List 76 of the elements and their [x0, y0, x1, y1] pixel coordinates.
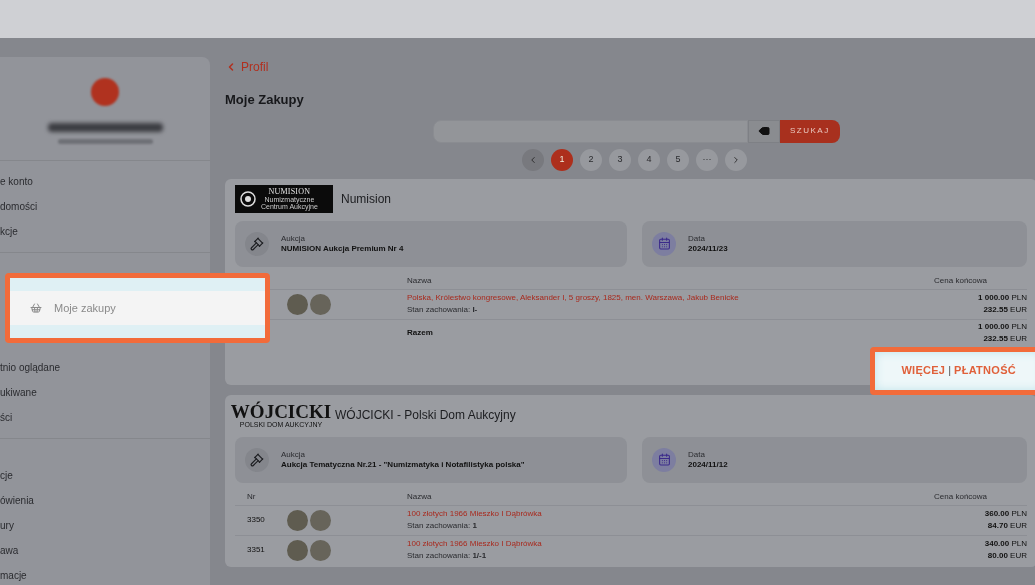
- info-label: Data: [688, 233, 706, 244]
- next-page-button[interactable]: [725, 148, 747, 171]
- auction-date: 2024/11/23: [688, 243, 728, 254]
- total-label: Razem: [407, 327, 433, 339]
- coin-photo: [310, 539, 331, 561]
- price-eur: 232.55 EUR: [983, 304, 1027, 316]
- auction-name: Aukcja Tematyczna Nr.21 - "Numizmatyka i Notafilistyka polska": [281, 459, 525, 470]
- price-pln: 1 000.00 PLN: [978, 292, 1027, 304]
- previous-page-button[interactable]: [522, 148, 544, 171]
- search-button[interactable]: SZUKAJ: [780, 119, 840, 143]
- basket-icon: [30, 302, 42, 314]
- sidebar-item[interactable]: ówienia: [0, 493, 34, 508]
- price-pln: 340.00 PLN: [984, 538, 1027, 550]
- column-header: Nazwa: [407, 274, 432, 287]
- gavel-icon: [245, 447, 269, 472]
- sidebar-item[interactable]: ukiwane: [0, 385, 37, 400]
- avatar: [91, 78, 119, 106]
- coin-photo: [310, 293, 331, 315]
- coin-photo: [287, 293, 308, 315]
- calendar-icon: [652, 231, 676, 256]
- sidebar-item[interactable]: kcje: [0, 224, 18, 239]
- item-condition: Stan zachowania: 1: [407, 520, 478, 532]
- page-button[interactable]: 2: [580, 148, 602, 171]
- sidebar-item[interactable]: ści: [0, 410, 13, 425]
- info-label: Aukcja: [281, 449, 306, 460]
- lot-number: 3351: [247, 544, 265, 556]
- more-link[interactable]: WIĘCEJ: [901, 362, 946, 379]
- clear-button[interactable]: [748, 119, 780, 143]
- auction-name: NUMISION Aukcja Premium Nr 4: [281, 243, 404, 254]
- sidebar-item[interactable]: Moje zakupy: [5, 273, 270, 343]
- price-pln: 360.00 PLN: [984, 508, 1027, 520]
- page-button[interactable]: 1: [551, 148, 573, 171]
- sidebar-item[interactable]: macje: [0, 568, 27, 583]
- gavel-icon: [245, 231, 269, 256]
- sidebar-item[interactable]: ury: [0, 518, 14, 533]
- column-header: Cena końcowa: [934, 490, 987, 503]
- column-header: Cena końcowa: [934, 274, 987, 287]
- coin-photo: [310, 509, 331, 531]
- chevron-right-icon: [731, 154, 741, 165]
- page-title: Moje Zakupy: [225, 91, 305, 109]
- coin-photo: [287, 509, 308, 531]
- sidebar-item[interactable]: e konto: [0, 174, 33, 189]
- logo-text: WÓJCICKI: [230, 401, 332, 421]
- page-button[interactable]: 3: [609, 148, 631, 171]
- clear-icon: [758, 125, 770, 137]
- auction-date: 2024/11/12: [688, 459, 728, 470]
- page-button[interactable]: ···: [696, 148, 718, 171]
- column-header: Nr: [247, 490, 256, 503]
- page-button[interactable]: 5: [667, 148, 689, 171]
- item-condition: Stan zachowania: 1/-1: [407, 550, 488, 562]
- crest-icon: [239, 188, 257, 209]
- auction-house-name: Numision: [341, 190, 391, 208]
- calendar-icon: [652, 447, 676, 472]
- info-label: Data: [688, 449, 706, 460]
- price-eur: 84.70 EUR: [987, 520, 1027, 532]
- item-link[interactable]: Polska, Królestwo kongresowe, Aleksander I, 5 groszy, 1825, men. Warszawa, Jakub Benicke: [407, 292, 739, 304]
- item-condition: Stan zachowania: I-: [407, 304, 479, 316]
- item-link[interactable]: 100 złotych 1966 Mieszko I Dąbrówka: [407, 508, 542, 520]
- column-header: Nazwa: [407, 490, 432, 503]
- info-label: Aukcja: [281, 233, 306, 244]
- page-button[interactable]: 4: [638, 148, 660, 171]
- item-link[interactable]: 100 złotych 1966 Mieszko I Dąbrówka: [407, 538, 542, 550]
- sidebar-item[interactable]: cje: [0, 468, 13, 483]
- total-eur: 232.55 EUR: [983, 333, 1027, 345]
- total-pln: 1 000.00 PLN: [978, 321, 1027, 333]
- payment-link[interactable]: PŁATNOŚĆ: [954, 362, 1016, 379]
- sidebar-item[interactable]: tnio oglądane: [0, 360, 61, 375]
- price-eur: 80.00 EUR: [987, 550, 1027, 562]
- lot-number: 3350: [247, 514, 265, 526]
- sidebar-item[interactable]: awa: [0, 543, 19, 558]
- chevron-left-icon: [528, 154, 538, 165]
- coin-photo: [287, 539, 308, 561]
- auction-house-name: WÓJCICKI - Polski Dom Aukcyjny: [335, 406, 516, 424]
- logo-text: NUMISION: [268, 187, 311, 196]
- sidebar-item[interactable]: domości: [0, 199, 38, 214]
- separator-text: |: [948, 363, 952, 379]
